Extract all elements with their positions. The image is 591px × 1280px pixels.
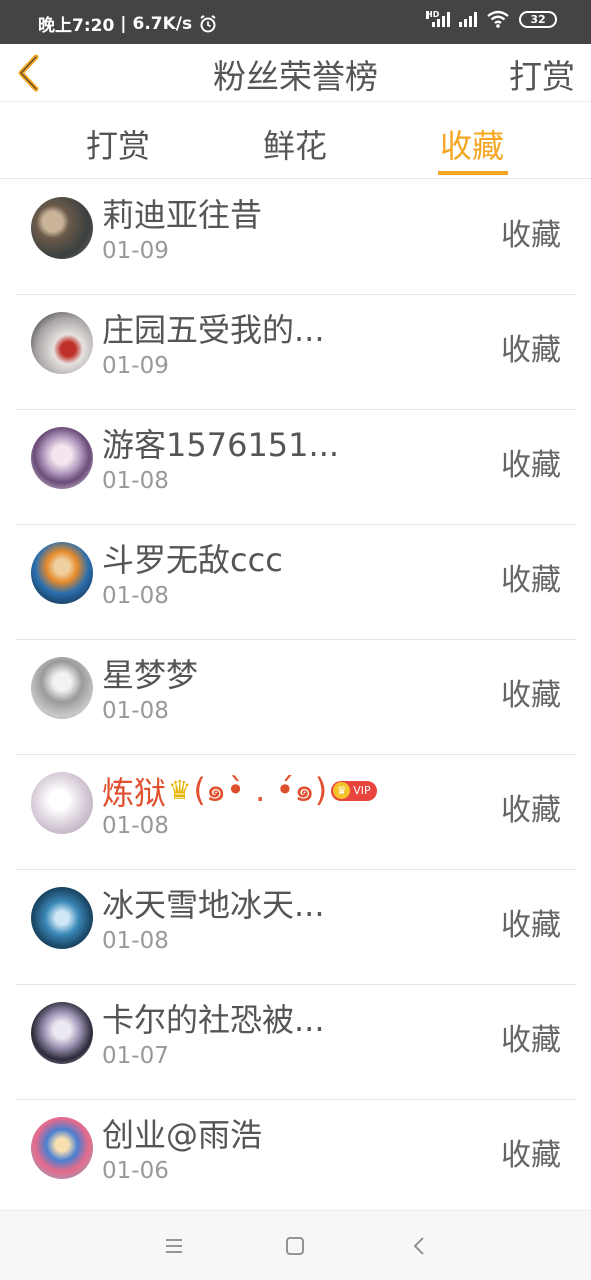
page-title: 粉丝荣誉榜 — [213, 57, 378, 96]
title-bar: 粉丝荣誉榜 打赏 — [0, 44, 591, 102]
fan-name: 卡尔的社恐被... — [102, 1001, 325, 1039]
favorite-label: 收藏 — [501, 333, 561, 368]
list-item[interactable]: 星梦梦 01-08 收藏 — [15, 640, 576, 755]
avatar[interactable] — [31, 312, 93, 374]
menu-icon — [166, 1239, 182, 1253]
home-square-icon — [286, 1237, 304, 1255]
favorite-label: 收藏 — [501, 448, 561, 483]
menu-button[interactable] — [161, 1233, 187, 1259]
signal-icon — [459, 11, 477, 27]
status-time: 晚上7:20 — [38, 16, 115, 36]
fan-name: 炼狱 ♛ (๑•̀ . •́๑) ♛ VIP — [102, 765, 377, 816]
fan-date: 01-08 — [102, 468, 169, 494]
status-right: HD 32 — [426, 10, 557, 28]
list-item[interactable]: 庄园五受我的... 01-09 收藏 — [15, 295, 576, 410]
fan-name: 庄园五受我的... — [102, 311, 325, 349]
fan-date: 01-08 — [102, 928, 169, 954]
status-bar: 晚上7:20 | 6.7K/s HD 32 — [0, 0, 591, 44]
nav-back-button[interactable] — [407, 1233, 433, 1259]
tab-reward[interactable]: 打赏 — [86, 121, 150, 167]
fan-name-suffix: (๑•̀ . •́๑) — [193, 771, 328, 809]
fan-date: 01-09 — [102, 353, 169, 379]
list-item[interactable]: 创业@雨浩 01-06 收藏 — [15, 1100, 576, 1215]
active-tab-indicator — [438, 171, 508, 175]
fan-date: 01-09 — [102, 238, 169, 264]
list-item[interactable]: 炼狱 ♛ (๑•̀ . •́๑) ♛ VIP 01-08 收藏 — [15, 755, 576, 870]
favorite-label: 收藏 — [501, 908, 561, 943]
list-item[interactable]: 游客1576151... 01-08 收藏 — [15, 410, 576, 525]
alarm-icon — [200, 14, 216, 32]
fan-name: 冰天雪地冰天... — [102, 886, 325, 924]
tab-bar: 打赏 鲜花 收藏 — [0, 103, 591, 179]
fan-name: 莉迪亚往昔 — [102, 196, 263, 234]
fan-date: 01-08 — [102, 698, 169, 724]
fan-name: 游客1576151... — [102, 426, 340, 464]
avatar[interactable] — [31, 197, 93, 259]
avatar[interactable] — [31, 427, 93, 489]
favorite-label: 收藏 — [501, 1138, 561, 1173]
avatar[interactable] — [31, 542, 93, 604]
fan-name-text: 炼狱 — [102, 773, 167, 812]
tab-favorites[interactable]: 收藏 — [440, 121, 504, 167]
battery-icon: 32 — [519, 10, 557, 28]
vip-label: VIP — [353, 784, 371, 797]
vip-badge: ♛ VIP — [331, 780, 377, 801]
status-net-speed: 6.7K/s — [132, 13, 193, 34]
favorite-label: 收藏 — [501, 218, 561, 253]
avatar[interactable] — [31, 657, 93, 719]
list-item[interactable]: 莉迪亚往昔 01-09 收藏 — [15, 180, 576, 295]
signal-hd-icon: HD — [426, 11, 450, 27]
system-nav-bar — [0, 1210, 591, 1280]
crown-coin-icon: ♛ — [333, 782, 351, 799]
fan-name: 斗罗无敌ccc — [102, 541, 283, 579]
avatar[interactable] — [31, 1002, 93, 1064]
fan-list: 莉迪亚往昔 01-09 收藏 庄园五受我的... 01-09 收藏 游客1576… — [0, 180, 591, 1215]
favorite-label: 收藏 — [501, 563, 561, 598]
status-divider: | — [120, 13, 127, 34]
list-item[interactable]: 斗罗无敌ccc 01-08 收藏 — [15, 525, 576, 640]
avatar[interactable] — [31, 1117, 93, 1179]
list-item[interactable]: 卡尔的社恐被... 01-07 收藏 — [15, 985, 576, 1100]
reward-button[interactable]: 打赏 — [509, 50, 575, 98]
tab-flowers[interactable]: 鲜花 — [263, 121, 327, 167]
wifi-icon — [487, 10, 509, 28]
status-left: 晚上7:20 | 6.7K/s — [38, 11, 218, 36]
avatar[interactable] — [31, 887, 93, 949]
fan-date: 01-07 — [102, 1043, 169, 1069]
fan-name: 创业@雨浩 — [102, 1116, 263, 1154]
list-item[interactable]: 冰天雪地冰天... 01-08 收藏 — [15, 870, 576, 985]
crown-icon: ♛ — [168, 775, 192, 806]
home-button[interactable] — [282, 1233, 308, 1259]
fan-name: 星梦梦 — [102, 656, 199, 694]
avatar[interactable] — [31, 772, 93, 834]
favorite-label: 收藏 — [501, 793, 561, 828]
fan-date: 01-06 — [102, 1158, 169, 1184]
favorite-label: 收藏 — [501, 1023, 561, 1058]
favorite-label: 收藏 — [501, 678, 561, 713]
fan-date: 01-08 — [102, 583, 169, 609]
back-triangle-icon — [413, 1237, 424, 1255]
hd-label: HD — [426, 10, 440, 19]
fan-date: 01-08 — [102, 813, 169, 839]
